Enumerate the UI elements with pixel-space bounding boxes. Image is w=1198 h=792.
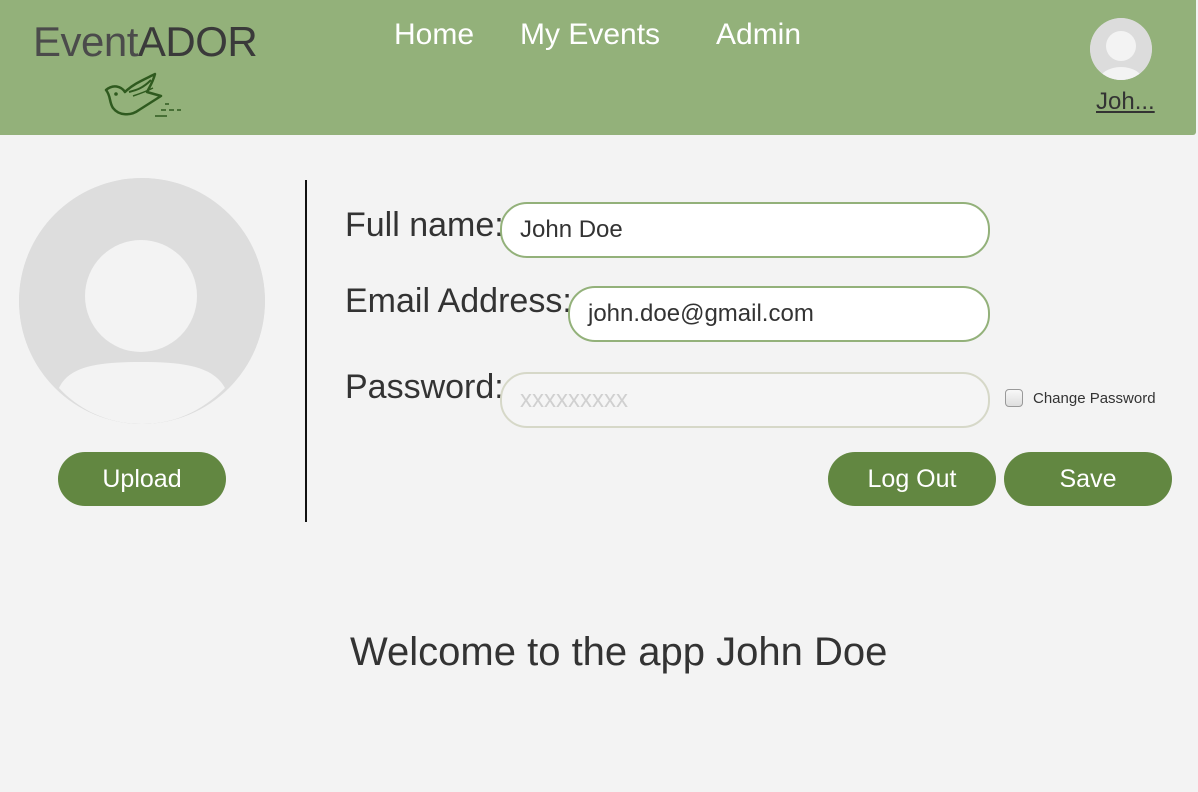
password-value: xxxxxxxxx	[520, 386, 628, 413]
email-value: john.doe@gmail.com	[588, 300, 814, 327]
user-name-link[interactable]: Joh...	[1096, 88, 1155, 116]
top-header: EventADOR Home My Events Admin Joh...	[0, 0, 1196, 135]
app-logo-text[interactable]: EventADOR	[33, 18, 258, 66]
profile-avatar-icon	[19, 178, 265, 424]
save-button[interactable]: Save	[1004, 452, 1172, 506]
email-field[interactable]: john.doe@gmail.com	[568, 286, 990, 342]
full-name-label: Full name:	[345, 206, 504, 244]
nav-home[interactable]: Home	[394, 18, 474, 52]
user-avatar-icon[interactable]	[1090, 18, 1152, 80]
password-field[interactable]: xxxxxxxxx	[500, 372, 990, 428]
welcome-message: Welcome to the app John Doe	[350, 630, 888, 674]
logo-text-ador: ADOR	[137, 18, 258, 65]
email-label: Email Address:	[345, 282, 572, 320]
nav-admin[interactable]: Admin	[716, 18, 801, 52]
logo-text-event: Event	[33, 18, 138, 65]
change-password-label[interactable]: Change Password	[1033, 390, 1156, 407]
upload-button[interactable]: Upload	[58, 452, 226, 506]
bird-logo-icon	[104, 72, 181, 117]
nav-my-events[interactable]: My Events	[520, 18, 660, 52]
full-name-field[interactable]: John Doe	[500, 202, 990, 258]
vertical-divider	[305, 180, 307, 522]
full-name-value: John Doe	[520, 216, 623, 243]
logout-button[interactable]: Log Out	[828, 452, 996, 506]
change-password-checkbox[interactable]	[1005, 389, 1023, 407]
password-label: Password:	[345, 368, 504, 406]
